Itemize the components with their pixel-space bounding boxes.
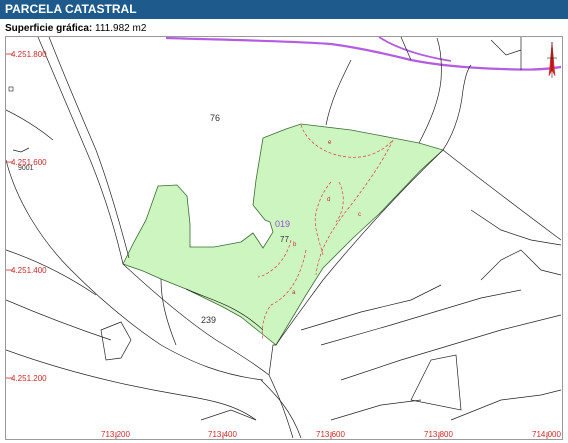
- surface-area-value: 111.982 m2: [95, 23, 147, 34]
- parcel-label: 76: [210, 113, 220, 123]
- north-arrow-icon: [547, 41, 557, 78]
- surface-area-line: Superficie gráfica: 111.982 m2: [5, 23, 146, 34]
- panel-title: PARCELA CATASTRAL: [5, 2, 137, 16]
- parcel-label: 9001: [18, 165, 34, 172]
- cadastral-map[interactable]: 4.251.800 4.251.600 4.251.400 4.251.200 …: [5, 36, 563, 440]
- panel-header: PARCELA CATASTRAL: [0, 0, 568, 19]
- parcel-label: 239: [201, 315, 216, 325]
- easting-label: 713.800: [424, 430, 453, 439]
- parcel-label: 019: [275, 219, 290, 229]
- subparcel-label: d: [327, 197, 330, 203]
- parcel-label: 77: [280, 235, 289, 244]
- surface-area-label: Superficie gráfica:: [5, 23, 93, 34]
- easting-label: 714.000: [532, 430, 561, 439]
- easting-label: 713.400: [208, 430, 237, 439]
- easting-label: 713.600: [316, 430, 345, 439]
- northing-label: 4.251.200: [11, 374, 47, 383]
- map-canvas[interactable]: 4.251.800 4.251.600 4.251.400 4.251.200 …: [6, 37, 562, 439]
- northing-label: 4.251.800: [11, 50, 47, 59]
- road-line: [165, 37, 562, 71]
- easting-label: 713.200: [101, 430, 130, 439]
- northing-label: 4.251.400: [11, 266, 47, 275]
- road-branch: [378, 37, 452, 62]
- subparcel-label: c: [358, 212, 361, 218]
- survey-marker-icon: [8, 86, 14, 92]
